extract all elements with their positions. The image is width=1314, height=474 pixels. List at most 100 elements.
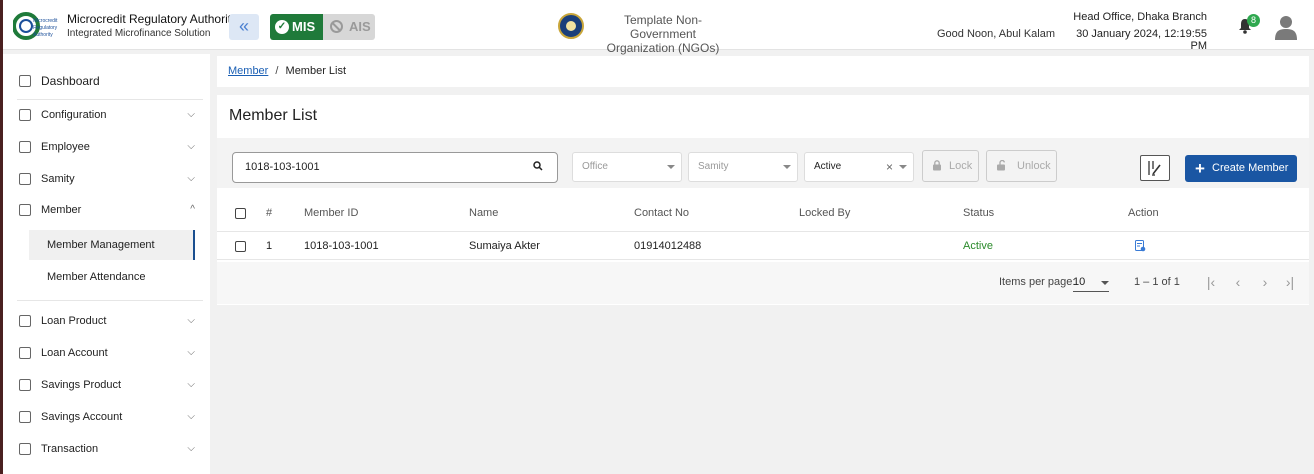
sidebar-item-member[interactable]: Member ^ xyxy=(17,195,203,225)
sidebar-item-samity[interactable]: Samity ⌵ xyxy=(17,164,203,194)
search-input[interactable] xyxy=(245,161,515,173)
sidebar-item-loan-product[interactable]: Loan Product ⌵ xyxy=(17,306,203,336)
items-per-page-select[interactable]: 10 xyxy=(1073,276,1109,292)
create-member-label: Create Member xyxy=(1212,162,1289,174)
mis-label: MIS xyxy=(292,19,316,34)
previous-page-icon[interactable]: ‹ xyxy=(1228,272,1248,292)
double-chevron-left-icon: « xyxy=(238,16,249,36)
chevron-up-icon: ^ xyxy=(190,204,195,215)
document-icon xyxy=(19,315,31,327)
sidebar-item-label: Loan Product xyxy=(41,315,107,327)
members-icon xyxy=(19,347,31,359)
template-org-name: Template Non-Government Organization (NG… xyxy=(591,13,735,55)
export-button[interactable] xyxy=(1140,155,1170,181)
logo-text-1: Microcredit xyxy=(33,18,58,24)
search-icon[interactable] xyxy=(533,161,543,171)
plus-icon: + xyxy=(1195,159,1205,178)
document-icon xyxy=(19,411,31,423)
sidebar-subitem-label: Member Attendance xyxy=(47,271,146,283)
status-select-value: Active xyxy=(814,161,842,172)
create-member-button[interactable]: + Create Member xyxy=(1185,155,1297,182)
search-box[interactable] xyxy=(232,152,558,183)
sidebar-item-label: Dashboard xyxy=(41,74,100,88)
ais-toggle-button[interactable]: AIS xyxy=(323,14,375,40)
office-placeholder: Office xyxy=(582,161,608,172)
samity-select[interactable]: Samity xyxy=(688,152,798,182)
select-all-checkbox[interactable] xyxy=(235,208,246,219)
chevron-down-icon: ⌵ xyxy=(187,411,195,422)
unlock-button[interactable]: Unlock xyxy=(986,150,1057,182)
view-details-icon[interactable] xyxy=(1135,240,1146,252)
sidebar-item-savings-product[interactable]: Savings Product ⌵ xyxy=(17,370,203,400)
last-page-icon[interactable]: ›| xyxy=(1280,272,1300,292)
first-page-icon[interactable]: |‹ xyxy=(1201,272,1221,292)
sidebar: Dashboard Configuration ⌵ Employee ⌵ Sam… xyxy=(3,54,210,474)
chevron-down-icon: ⌵ xyxy=(187,109,195,120)
members-icon xyxy=(19,204,31,216)
sidebar-item-loan-account[interactable]: Loan Account ⌵ xyxy=(17,338,203,368)
column-header-locked-by: Locked By xyxy=(799,207,851,219)
breadcrumb-current: Member List xyxy=(285,65,347,77)
sidebar-item-configuration[interactable]: Configuration ⌵ xyxy=(17,100,203,130)
mis-toggle-button[interactable]: ✓ MIS xyxy=(270,14,323,40)
chevron-down-icon: ⌵ xyxy=(187,315,195,326)
sidebar-item-label: Member xyxy=(41,204,82,216)
page-range: 1 – 1 of 1 xyxy=(1134,276,1180,288)
sidebar-subitem-label: Member Management xyxy=(47,239,155,251)
sidebar-item-label: Configuration xyxy=(41,109,107,121)
sidebar-item-dashboard[interactable]: Dashboard xyxy=(17,66,203,96)
dropdown-arrow-icon xyxy=(667,165,675,169)
chevron-down-icon: ⌵ xyxy=(187,347,195,358)
template-org-line2: Organization (NGOs) xyxy=(606,41,720,55)
template-org-line1: Template Non-Government xyxy=(623,13,703,41)
sidebar-item-label: Transaction xyxy=(41,443,99,455)
table-header-row: # Member ID Name Contact No Locked By St… xyxy=(217,195,1309,232)
breadcrumb-link-member[interactable]: Member xyxy=(228,65,268,77)
edit-columns-icon xyxy=(1148,161,1161,176)
user-avatar-icon[interactable] xyxy=(1274,14,1298,40)
column-header-index: # xyxy=(266,207,273,219)
sidebar-item-label: Savings Product xyxy=(41,379,122,391)
breadcrumb-separator: / xyxy=(275,65,279,77)
org-title: Microcredit Regulatory Authority xyxy=(67,12,238,26)
sidebar-item-label: Savings Account xyxy=(41,411,123,423)
paginator: Items per page: 10 1 – 1 of 1 |‹ ‹ › ›| xyxy=(217,262,1309,304)
next-page-icon[interactable]: › xyxy=(1255,272,1275,292)
table-row: 1 1018-103-1001 Sumaiya Akter 0191401248… xyxy=(217,232,1309,260)
clear-icon[interactable]: × xyxy=(886,153,893,181)
sidebar-item-savings-account[interactable]: Savings Account ⌵ xyxy=(17,402,203,432)
sidebar-item-label: Loan Account xyxy=(41,347,108,359)
unlock-icon xyxy=(997,160,1006,171)
logo-text-2: Regulatory xyxy=(33,25,58,31)
document-icon xyxy=(19,443,31,455)
sidebar-subitem-member-management[interactable]: Member Management xyxy=(29,230,195,260)
chevron-down-icon: ⌵ xyxy=(187,141,195,152)
logo-text-3: Authority xyxy=(33,32,53,38)
chevron-down-icon: ⌵ xyxy=(187,379,195,390)
row-checkbox[interactable] xyxy=(235,241,246,252)
sidebar-item-label: Employee xyxy=(41,141,90,153)
chevron-down-icon: ⌵ xyxy=(187,443,195,454)
greeting-text: Good Noon, Abul Kalam xyxy=(937,28,1056,40)
sidebar-item-transaction[interactable]: Transaction ⌵ xyxy=(17,434,203,464)
lock-button[interactable]: Lock xyxy=(922,150,979,182)
column-header-action: Action xyxy=(1128,207,1159,219)
employee-icon xyxy=(19,141,31,153)
row-index: 1 xyxy=(266,240,273,252)
sidebar-item-employee[interactable]: Employee ⌵ xyxy=(17,132,203,162)
page-title: Member List xyxy=(229,107,318,124)
dropdown-arrow-icon xyxy=(1101,281,1109,285)
dropdown-arrow-icon xyxy=(899,165,907,169)
column-header-member-id: Member ID xyxy=(304,207,359,219)
row-member-id: 1018-103-1001 xyxy=(304,240,379,252)
row-name: Sumaiya Akter xyxy=(469,240,540,252)
dropdown-arrow-icon xyxy=(783,165,791,169)
status-select[interactable]: Active × xyxy=(804,152,914,182)
office-select[interactable]: Office xyxy=(572,152,682,182)
notification-badge: 8 xyxy=(1247,14,1260,27)
unlock-label: Unlock xyxy=(1017,160,1051,172)
collapse-sidebar-button[interactable]: « xyxy=(229,14,259,40)
member-list-panel: Member List Office Samity Active × xyxy=(217,95,1309,305)
items-per-page-value: 10 xyxy=(1073,276,1086,288)
sidebar-subitem-member-attendance[interactable]: Member Attendance xyxy=(29,262,195,292)
